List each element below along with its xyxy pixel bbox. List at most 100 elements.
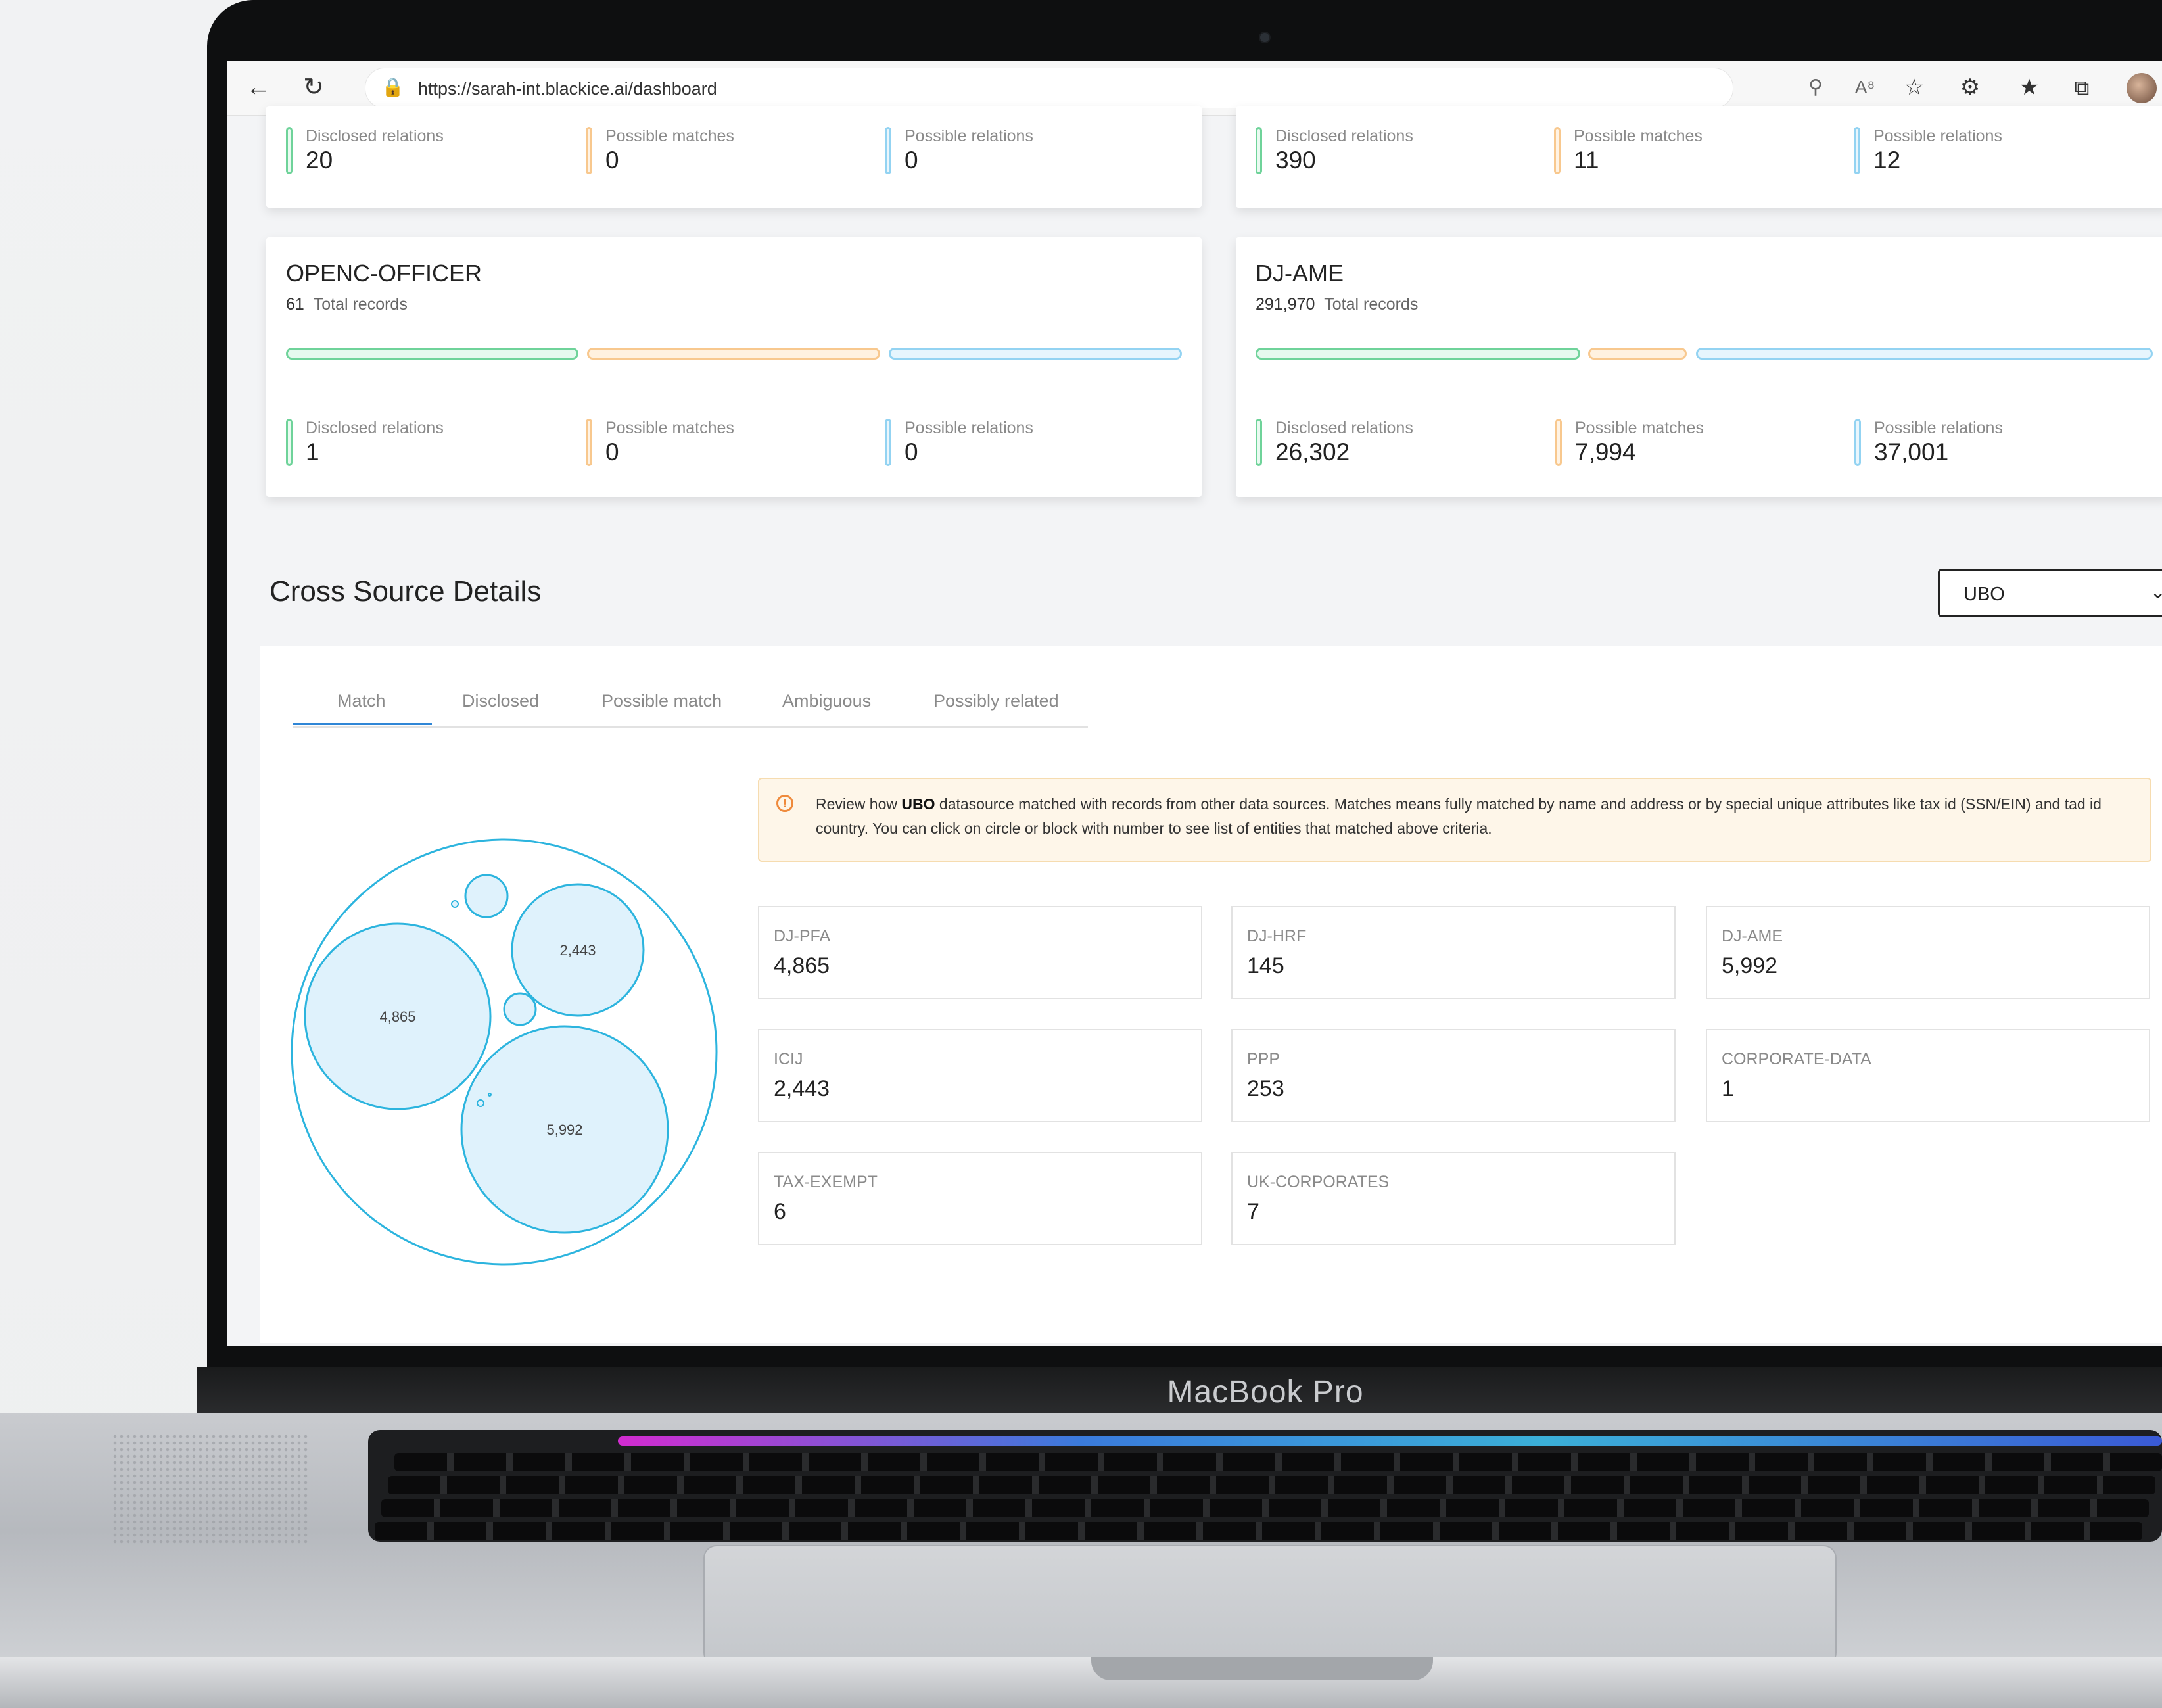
bubble-label-dj-ame: 5,992: [546, 1122, 582, 1138]
card-total-records: 291,970 Total records: [1256, 295, 1418, 314]
total-value: 61: [286, 295, 304, 314]
tile-value: 5,992: [1722, 953, 1778, 978]
tile-ppp[interactable]: PPP 253: [1231, 1029, 1676, 1122]
bubble-ppp[interactable]: [464, 874, 509, 918]
stat-possible-matches[interactable]: Possible matches 11: [1554, 127, 1830, 179]
stat-value: 37,001: [1874, 439, 1949, 465]
lid-opening-notch: [1091, 1657, 1433, 1680]
bubble-dj-hrf[interactable]: [503, 992, 537, 1026]
info-icon: !: [776, 795, 793, 812]
stat-disclosed-relations[interactable]: Disclosed relations 390: [1256, 127, 1532, 179]
bubble-corporate-data[interactable]: [488, 1093, 492, 1097]
progress-possible-relations[interactable]: [889, 348, 1182, 360]
stat-disclosed-relations[interactable]: Disclosed relations 20: [286, 127, 562, 179]
tile-dj-hrf[interactable]: DJ-HRF 145: [1231, 906, 1676, 999]
favorites-icon[interactable]: ★: [2015, 74, 2044, 101]
camera-icon: [1259, 32, 1271, 43]
info-alert: ! Review how UBO datasource matched with…: [758, 778, 2151, 862]
tile-dj-pfa[interactable]: DJ-PFA 4,865: [758, 906, 1202, 999]
green-indicator: [286, 419, 293, 466]
stat-disclosed-relations[interactable]: Disclosed relations 1: [286, 419, 562, 471]
progress-disclosed[interactable]: [286, 348, 578, 360]
stat-possible-relations[interactable]: Possible relations 12: [1854, 127, 2130, 179]
stat-label: Disclosed relations: [1275, 127, 1413, 145]
source-card-top-right[interactable]: Disclosed relations 390 Possible matches…: [1236, 106, 2162, 208]
blue-indicator: [885, 127, 891, 174]
tab-possibly-related[interactable]: Possibly related: [933, 691, 1059, 711]
tile-icij[interactable]: ICIJ 2,443: [758, 1029, 1202, 1122]
address-bar[interactable]: 🔒 https://sarah-int.blackice.ai/dashboar…: [365, 68, 1733, 108]
tile-name: ICIJ: [774, 1050, 803, 1068]
read-aloud-icon[interactable]: A⁸: [1850, 74, 1879, 101]
stat-value: 0: [905, 147, 918, 174]
bubble-uk-corporates[interactable]: [451, 900, 459, 908]
orange-indicator: [1554, 127, 1561, 174]
stat-label: Possible relations: [1874, 419, 2003, 437]
total-label: Total records: [1324, 295, 1419, 314]
stat-value: 20: [306, 147, 333, 174]
source-card-dj-ame[interactable]: DJ-AME 291,970 Total records Disclosed r…: [1236, 237, 2162, 497]
tile-value: 145: [1247, 953, 1284, 978]
stat-value: 0: [605, 439, 619, 465]
tile-value: 253: [1247, 1076, 1284, 1101]
reload-icon[interactable]: ↻: [299, 74, 328, 101]
profile-avatar[interactable]: [2127, 73, 2157, 103]
key-row: [388, 1476, 2155, 1494]
stat-value: 12: [1873, 147, 1901, 174]
total-value: 291,970: [1256, 295, 1315, 314]
screen: ← ↻ 🔒 https://sarah-int.blackice.ai/dash…: [227, 61, 2162, 1346]
bubble-label-icij: 2,443: [559, 942, 596, 959]
alert-prefix: Review how: [816, 795, 902, 813]
progress-disclosed[interactable]: [1256, 348, 1580, 360]
stat-possible-relations[interactable]: Possible relations 0: [885, 127, 1161, 179]
favorite-add-icon[interactable]: ☆: [1900, 74, 1929, 101]
stat-possible-relations[interactable]: Possible relations 0: [885, 419, 1161, 471]
back-icon[interactable]: ←: [244, 74, 273, 101]
tab-ambiguous[interactable]: Ambiguous: [782, 691, 871, 711]
touch-bar: [618, 1436, 2162, 1446]
stat-value: 26,302: [1275, 439, 1350, 465]
stat-possible-matches[interactable]: Possible matches 7,994: [1555, 419, 1831, 471]
green-indicator: [1256, 419, 1262, 466]
lock-icon[interactable]: 🔒: [381, 76, 404, 98]
stat-label: Possible relations: [905, 419, 1033, 437]
green-indicator: [1256, 127, 1262, 174]
tile-tax-exempt[interactable]: TAX-EXEMPT 6: [758, 1152, 1202, 1245]
key-row: [375, 1522, 2142, 1540]
collections-icon[interactable]: ⧉: [2067, 74, 2096, 101]
blue-indicator: [885, 419, 891, 466]
source-card-openc-officer[interactable]: OPENC-OFFICER 61 Total records Disclosed…: [266, 237, 1202, 497]
source-card-top-left[interactable]: Disclosed relations 20 Possible matches …: [266, 106, 1202, 208]
tile-name: DJ-HRF: [1247, 927, 1307, 945]
green-indicator: [286, 127, 293, 174]
stat-possible-matches[interactable]: Possible matches 0: [586, 419, 862, 471]
progress-possible-matches[interactable]: [1588, 348, 1687, 360]
stat-label: Disclosed relations: [306, 127, 444, 145]
section-title: Cross Source Details: [270, 575, 542, 607]
speaker-grille-left: [112, 1433, 309, 1545]
progress-possible-matches[interactable]: [587, 348, 880, 360]
stat-value: 1: [306, 439, 319, 465]
blue-indicator: [1854, 127, 1860, 174]
trackpad: [703, 1545, 1837, 1666]
bubble-tax-exempt[interactable]: [477, 1099, 484, 1107]
total-label: Total records: [313, 295, 408, 314]
key-icon[interactable]: ⚲: [1801, 74, 1830, 101]
tile-corporate-data[interactable]: CORPORATE-DATA 1: [1706, 1029, 2150, 1122]
tile-uk-corporates[interactable]: UK-CORPORATES 7: [1231, 1152, 1676, 1245]
source-select[interactable]: UBO ⌄: [1938, 569, 2162, 617]
blue-indicator: [1854, 419, 1861, 466]
tile-value: 1: [1722, 1076, 1734, 1101]
tile-value: 6: [774, 1199, 786, 1224]
stat-possible-relations[interactable]: Possible relations 37,001: [1854, 419, 2130, 471]
extensions-icon[interactable]: ⚙: [1956, 74, 1985, 101]
cross-source-panel: Match Disclosed Possible match Ambiguous…: [260, 646, 2162, 1343]
stat-label: Disclosed relations: [306, 419, 444, 437]
stat-disclosed-relations[interactable]: Disclosed relations 26,302: [1256, 419, 1532, 471]
stat-possible-matches[interactable]: Possible matches 0: [586, 127, 862, 179]
tile-dj-ame[interactable]: DJ-AME 5,992: [1706, 906, 2150, 999]
card-title: OPENC-OFFICER: [286, 260, 482, 287]
progress-possible-relations[interactable]: [1696, 348, 2153, 360]
url-text: https://sarah-int.blackice.ai/dashboard: [418, 79, 717, 99]
tile-name: PPP: [1247, 1050, 1281, 1068]
